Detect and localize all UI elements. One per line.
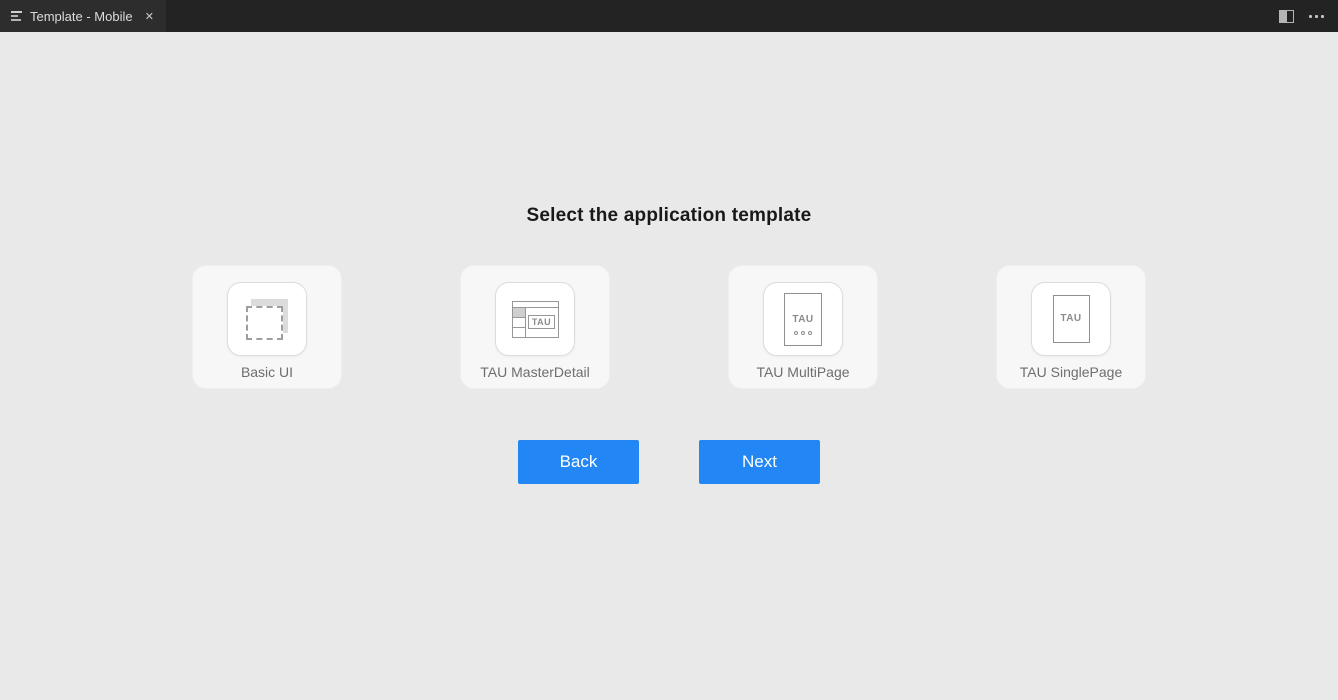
tau-label: TAU bbox=[528, 315, 555, 329]
tau-label: TAU bbox=[792, 315, 813, 325]
template-label: TAU MasterDetail bbox=[480, 364, 589, 380]
template-card-tau-singlepage[interactable]: TAU TAU SinglePage bbox=[996, 265, 1146, 389]
tab-template-mobile[interactable]: Template - Mobile ✕ bbox=[0, 0, 166, 32]
tab-title: Template - Mobile bbox=[30, 9, 133, 24]
next-button[interactable]: Next bbox=[699, 440, 820, 484]
more-actions-icon[interactable] bbox=[1309, 12, 1324, 21]
template-tile bbox=[227, 282, 307, 356]
tau-multipage-icon: TAU bbox=[784, 293, 822, 346]
tau-label: TAU bbox=[1060, 314, 1081, 324]
basic-ui-icon bbox=[246, 299, 288, 340]
list-icon bbox=[11, 10, 23, 22]
template-wizard-page: Select the application template Basic UI bbox=[0, 32, 1338, 700]
template-tile: TAU bbox=[763, 282, 843, 356]
close-icon[interactable]: ✕ bbox=[141, 7, 158, 25]
template-tile: TAU bbox=[495, 282, 575, 356]
back-button[interactable]: Back bbox=[518, 440, 639, 484]
template-tile: TAU bbox=[1031, 282, 1111, 356]
template-label: TAU MultiPage bbox=[756, 364, 849, 380]
wizard-navigation: Back Next bbox=[518, 440, 820, 484]
editor-tab-bar: Template - Mobile ✕ bbox=[0, 0, 1338, 32]
page-title: Select the application template bbox=[527, 202, 812, 229]
template-card-basic-ui[interactable]: Basic UI bbox=[192, 265, 342, 389]
editor-actions bbox=[1279, 0, 1338, 32]
template-label: TAU SinglePage bbox=[1020, 364, 1122, 380]
template-card-tau-multipage[interactable]: TAU TAU MultiPage bbox=[728, 265, 878, 389]
template-card-tau-masterdetail[interactable]: TAU TAU MasterDetail bbox=[460, 265, 610, 389]
template-list: Basic UI TAU bbox=[192, 265, 1146, 389]
tau-masterdetail-icon: TAU bbox=[512, 301, 559, 338]
tau-singlepage-icon: TAU bbox=[1053, 295, 1090, 343]
page-dots bbox=[794, 331, 812, 335]
split-editor-icon[interactable] bbox=[1279, 10, 1294, 23]
template-label: Basic UI bbox=[241, 364, 293, 380]
